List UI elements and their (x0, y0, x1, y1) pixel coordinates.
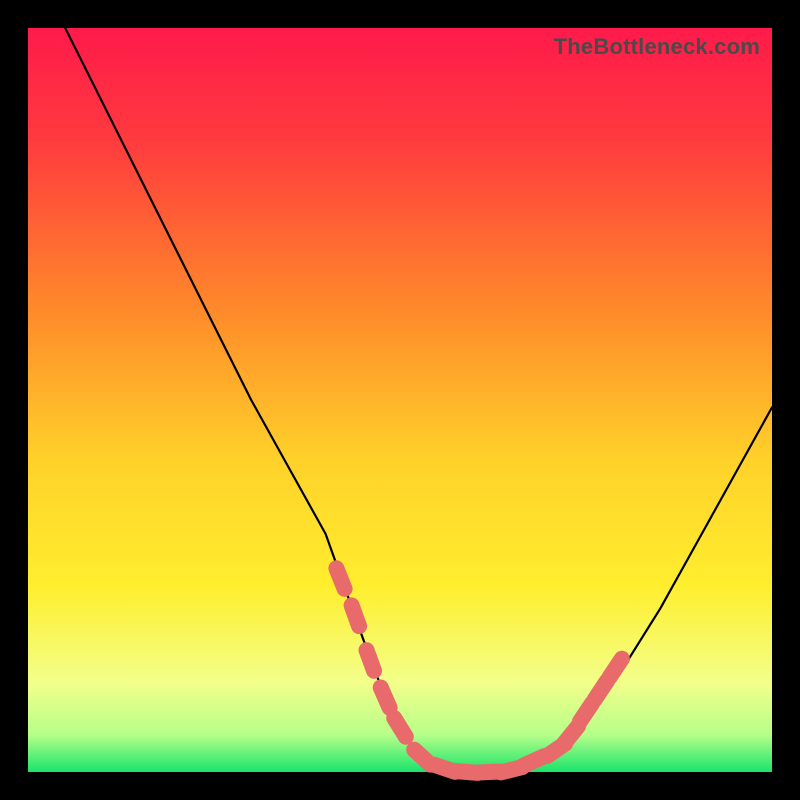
plot-area: TheBottleneck.com (28, 28, 772, 772)
curve-marker (394, 718, 406, 737)
chart-frame: TheBottleneck.com (0, 0, 800, 800)
curve-marker (352, 605, 360, 626)
curve-marker (595, 681, 607, 699)
curve-marker (381, 688, 390, 708)
curve-marker (580, 703, 592, 721)
curve-marker (367, 650, 375, 671)
bottleneck-curve (65, 28, 772, 772)
curve-marker (564, 726, 578, 743)
curve-marker (336, 568, 344, 589)
chart-svg (28, 28, 772, 772)
marker-group (336, 568, 622, 773)
curve-marker (610, 659, 622, 677)
